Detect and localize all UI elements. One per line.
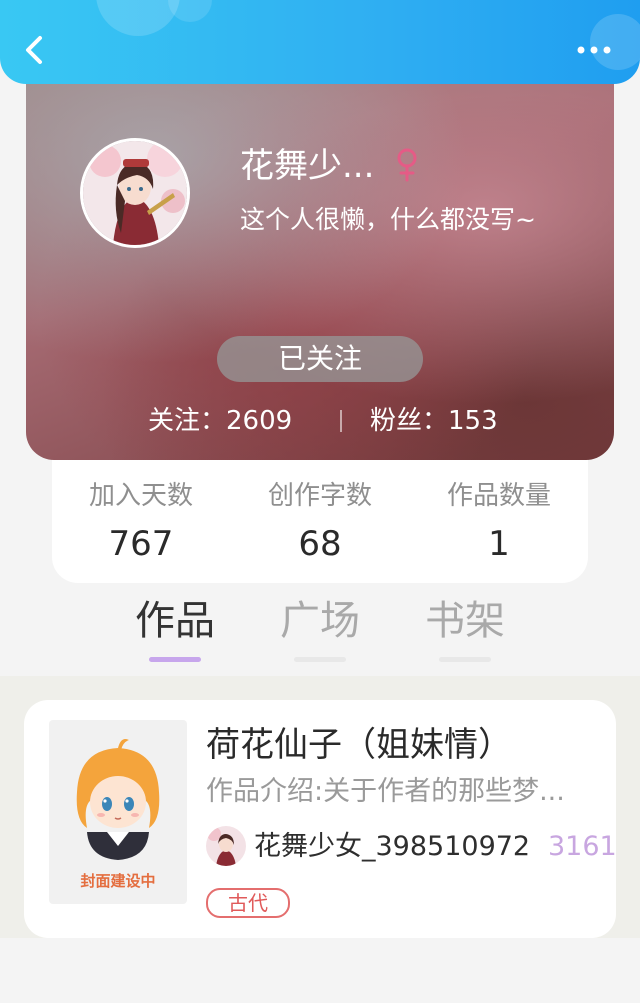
user-bio: 这个人很懒，什么都没写~	[240, 205, 536, 234]
stat-label: 创作字数	[267, 481, 372, 511]
tab-bookshelf-indicator	[439, 657, 491, 662]
work-card[interactable]: 封面建设中 荷花仙子（姐妹情） 作品介绍:关于作者的那些梦... 花舞少女_39…	[24, 700, 616, 938]
book-cover: 封面建设中	[49, 720, 187, 904]
chevron-left-icon	[26, 36, 42, 64]
follow-button[interactable]: 已关注	[217, 336, 423, 382]
genre-tag[interactable]: 古代	[206, 888, 290, 918]
avatar-image	[83, 141, 187, 245]
stat-label: 加入天数	[88, 481, 193, 511]
cover-placeholder-text: 封面建设中	[80, 872, 156, 890]
more-button[interactable]	[572, 38, 616, 62]
work-title: 荷花仙子（姐妹情）	[206, 725, 512, 765]
tab-bookshelf[interactable]: 书架	[405, 594, 525, 648]
stat-label: 作品数量	[446, 481, 551, 511]
decor-bubble	[96, 0, 180, 36]
fans-count[interactable]: 粉丝：153	[370, 400, 498, 442]
female-icon	[396, 148, 418, 182]
stat-value: 1	[488, 524, 510, 564]
author-name: 花舞少女_398510972	[254, 831, 531, 862]
join-days-stat: 加入天数 767	[52, 478, 230, 568]
profile-header: 花舞少... 这个人很懒，什么都没写~ 已关注 关注：2609 粉丝：153	[26, 40, 614, 460]
more-horizontal-icon	[577, 46, 611, 54]
tab-square-indicator	[294, 657, 346, 662]
stat-value: 767	[108, 524, 174, 564]
following-count[interactable]: 关注：2609	[148, 400, 292, 442]
author-avatar	[206, 826, 246, 866]
back-button[interactable]	[20, 32, 52, 68]
avatar[interactable]	[80, 138, 190, 248]
cover-placeholder-image	[76, 739, 160, 860]
tab-label: 作品	[135, 598, 215, 644]
tab-label: 书架	[425, 598, 505, 644]
tab-label: 广场	[280, 598, 360, 644]
word-count-stat: 创作字数 68	[231, 478, 409, 568]
tab-works[interactable]: 作品	[115, 594, 235, 648]
work-intro: 作品介绍:关于作者的那些梦...	[206, 776, 565, 807]
user-name: 花舞少...	[240, 146, 375, 186]
decor-bubble	[168, 0, 212, 22]
read-count: 3161人	[548, 831, 616, 862]
tab-works-indicator	[149, 657, 201, 662]
works-count-stat: 作品数量 1	[410, 478, 588, 568]
top-bar	[0, 0, 640, 84]
tab-square[interactable]: 广场	[260, 594, 380, 648]
stat-divider	[340, 410, 342, 432]
follow-stats: 关注：2609 粉丝：153	[26, 400, 614, 442]
stat-value: 68	[298, 524, 342, 564]
stats-card: 加入天数 767 创作字数 68 作品数量 1	[52, 440, 588, 583]
